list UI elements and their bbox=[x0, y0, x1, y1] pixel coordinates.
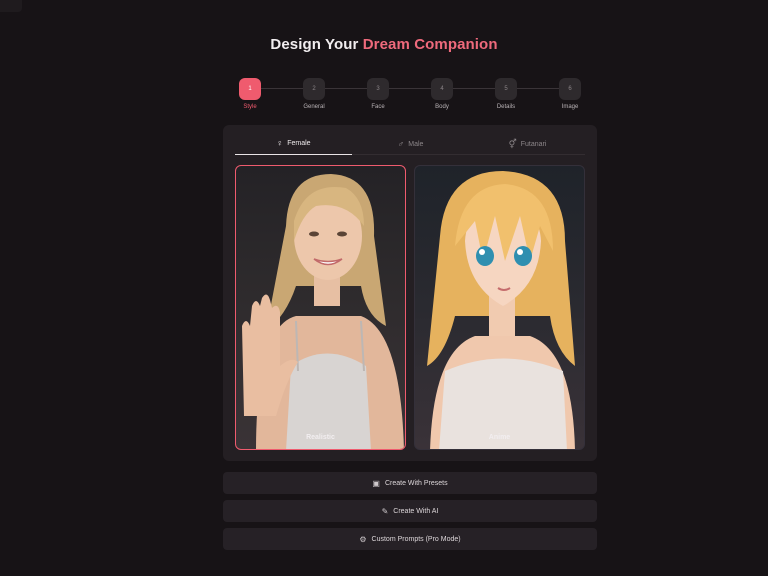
futanari-icon: ⚥ bbox=[508, 138, 517, 149]
tab-label: Futanari bbox=[520, 140, 547, 148]
step-number: 6 bbox=[559, 78, 581, 100]
gear-icon: ⚙ bbox=[359, 534, 367, 544]
step-number: 2 bbox=[303, 78, 325, 100]
male-icon: ♂ bbox=[397, 138, 405, 149]
create-with-ai-button[interactable]: ✎ Create With AI bbox=[223, 500, 597, 522]
step-number: 4 bbox=[431, 78, 453, 100]
corner-chip bbox=[0, 0, 22, 12]
image-icon: ▣ bbox=[372, 478, 380, 488]
step-face[interactable]: 3 Face bbox=[358, 78, 398, 110]
step-label: Details bbox=[496, 104, 516, 110]
create-with-presets-button[interactable]: ▣ Create With Presets bbox=[223, 472, 597, 494]
magic-wand-icon: ✎ bbox=[381, 506, 389, 516]
page-title: Design Your Dream Companion bbox=[0, 36, 768, 53]
realistic-portrait-image bbox=[242, 174, 404, 449]
step-label: Style bbox=[243, 104, 257, 110]
button-label: Custom Prompts (Pro Mode) bbox=[371, 535, 461, 543]
female-icon: ♀ bbox=[276, 138, 284, 148]
tab-male[interactable]: ♂ Male bbox=[352, 133, 469, 155]
step-image[interactable]: 6 Image bbox=[550, 78, 590, 110]
title-part-accent: Dream Companion bbox=[362, 36, 498, 53]
button-label: Create With AI bbox=[393, 507, 439, 515]
stepper: 1 Style 2 General 3 Face 4 Body 5 Detail… bbox=[238, 78, 584, 114]
step-label: Face bbox=[371, 104, 385, 110]
tab-futanari[interactable]: ⚥ Futanari bbox=[469, 133, 586, 155]
style-option-anime[interactable]: Anime bbox=[414, 165, 585, 450]
title-part-white: Design Your bbox=[270, 36, 359, 53]
step-details[interactable]: 5 Details bbox=[486, 78, 526, 110]
step-number: 3 bbox=[367, 78, 389, 100]
style-option-label: Realistic bbox=[306, 434, 335, 441]
custom-prompts-button[interactable]: ⚙ Custom Prompts (Pro Mode) bbox=[223, 528, 597, 550]
button-label: Create With Presets bbox=[384, 479, 448, 487]
step-general[interactable]: 2 General bbox=[294, 78, 334, 110]
tab-label: Female bbox=[287, 140, 311, 147]
gender-tabs: ♀ Female ♂ Male ⚥ Futanari bbox=[235, 133, 585, 155]
tab-female[interactable]: ♀ Female bbox=[235, 133, 352, 155]
step-number: 5 bbox=[495, 78, 517, 100]
tab-label: Male bbox=[408, 140, 424, 148]
step-label: Image bbox=[561, 104, 579, 110]
style-option-realistic[interactable]: Realistic bbox=[235, 165, 406, 450]
step-body[interactable]: 4 Body bbox=[422, 78, 462, 110]
step-label: Body bbox=[435, 104, 449, 110]
anime-portrait-image bbox=[427, 171, 575, 449]
style-option-label: Anime bbox=[488, 434, 511, 441]
step-style[interactable]: 1 Style bbox=[230, 78, 270, 110]
step-label: General bbox=[303, 104, 325, 110]
step-number: 1 bbox=[239, 78, 261, 100]
style-selection-card: ♀ Female ♂ Male ⚥ Futanari Realistic Ani… bbox=[223, 125, 597, 461]
